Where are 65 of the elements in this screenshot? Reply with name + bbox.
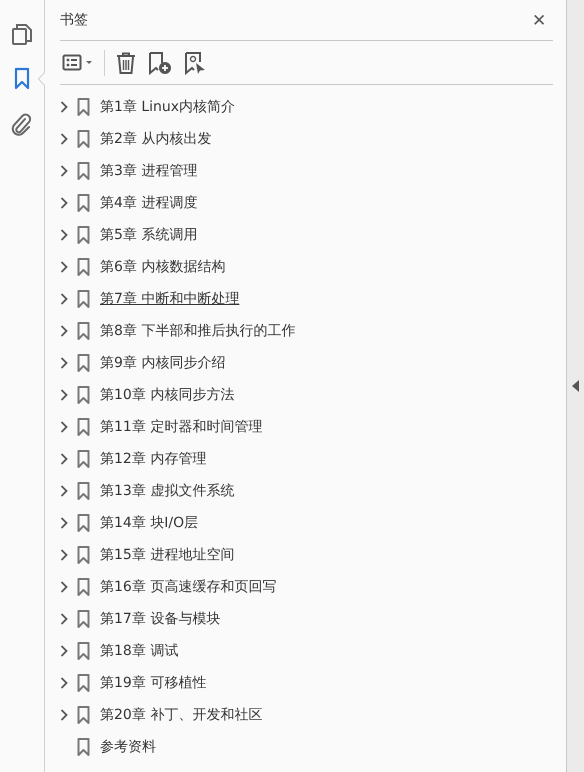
- expand-chevron-icon[interactable]: [60, 229, 68, 241]
- expand-chevron-icon[interactable]: [60, 421, 68, 433]
- expand-chevron-icon[interactable]: [60, 293, 68, 305]
- bookmark-icon: [77, 418, 90, 436]
- expand-chevron-icon[interactable]: [60, 453, 68, 465]
- bookmark-item[interactable]: 第18章 调试: [100, 642, 178, 660]
- bookmark-item[interactable]: 第12章 内存管理: [100, 450, 206, 468]
- bookmark-icon: [77, 610, 90, 628]
- bookmark-item[interactable]: 第3章 进程管理: [100, 162, 198, 180]
- bookmark-icon: [77, 642, 90, 660]
- bookmark-item[interactable]: 第14章 块I/O层: [100, 514, 198, 532]
- expand-chevron-icon[interactable]: [60, 709, 68, 721]
- bookmark-item[interactable]: 参考资料: [100, 738, 156, 756]
- bookmark-item[interactable]: 第15章 进程地址空间: [100, 546, 234, 564]
- expand-chevron-icon[interactable]: [60, 133, 68, 145]
- bookmark-icon: [77, 290, 90, 308]
- expand-chevron-icon[interactable]: [60, 677, 68, 689]
- bookmark-icon: [77, 674, 90, 692]
- bookmark-item[interactable]: 第9章 内核同步介绍: [100, 354, 226, 372]
- bookmark-icon: [77, 450, 90, 468]
- close-button[interactable]: ✕: [525, 10, 553, 30]
- expand-chevron-icon[interactable]: [60, 325, 68, 337]
- expand-chevron-icon[interactable]: [60, 101, 68, 113]
- expand-chevron-icon[interactable]: [60, 261, 68, 273]
- bookmark-icon: [77, 130, 90, 148]
- bookmark-icon: [77, 738, 90, 756]
- bookmark-item[interactable]: 第11章 定时器和时间管理: [100, 418, 262, 436]
- bookmark-item[interactable]: 第6章 内核数据结构: [100, 258, 226, 276]
- bookmark-item[interactable]: 第13章 虚拟文件系统: [100, 482, 234, 500]
- bookmark-item[interactable]: 第20章 补丁、开发和社区: [100, 706, 262, 724]
- panel-title: 书签: [60, 11, 88, 29]
- expand-chevron-icon[interactable]: [60, 645, 68, 657]
- bookmark-item[interactable]: 第17章 设备与模块: [100, 610, 220, 628]
- bookmark-item[interactable]: 第5章 系统调用: [100, 226, 198, 244]
- bookmark-item[interactable]: 第10章 内核同步方法: [100, 386, 234, 404]
- bookmark-icon: [77, 98, 90, 116]
- bookmark-icon: [77, 578, 90, 596]
- expand-chevron-icon[interactable]: [60, 357, 68, 369]
- bookmark-icon: [77, 258, 90, 276]
- bookmark-item[interactable]: 第2章 从内核出发: [100, 130, 212, 148]
- bookmark-icon: [77, 226, 90, 244]
- expand-chevron-icon[interactable]: [60, 389, 68, 401]
- bookmark-icon: [77, 162, 90, 180]
- collapse-arrow-icon[interactable]: [572, 380, 579, 392]
- bookmark-icon: [77, 514, 90, 532]
- expand-chevron-icon[interactable]: [60, 581, 68, 593]
- bookmark-icon: [77, 706, 90, 724]
- bookmark-icon: [77, 482, 90, 500]
- expand-chevron-icon[interactable]: [60, 517, 68, 529]
- expand-chevron-icon[interactable]: [60, 485, 68, 497]
- bookmark-icon: [77, 354, 90, 372]
- expand-chevron-icon[interactable]: [60, 549, 68, 561]
- expand-chevron-icon[interactable]: [60, 613, 68, 625]
- bookmark-icon: [77, 386, 90, 404]
- bookmark-item[interactable]: 第8章 下半部和推后执行的工作: [100, 322, 296, 340]
- bookmark-item[interactable]: 第1章 Linux内核简介: [100, 98, 236, 116]
- bookmark-icon: [77, 322, 90, 340]
- bookmark-item[interactable]: 第4章 进程调度: [100, 194, 198, 212]
- expand-chevron-icon[interactable]: [60, 165, 68, 177]
- expand-chevron-icon[interactable]: [60, 197, 68, 209]
- bookmark-item[interactable]: 第16章 页高速缓存和页回写: [100, 578, 276, 596]
- bookmark-item[interactable]: 第7章 中断和中断处理: [100, 290, 240, 308]
- bookmark-item[interactable]: 第19章 可移植性: [100, 674, 206, 692]
- bookmark-icon: [77, 546, 90, 564]
- bookmark-icon: [77, 194, 90, 212]
